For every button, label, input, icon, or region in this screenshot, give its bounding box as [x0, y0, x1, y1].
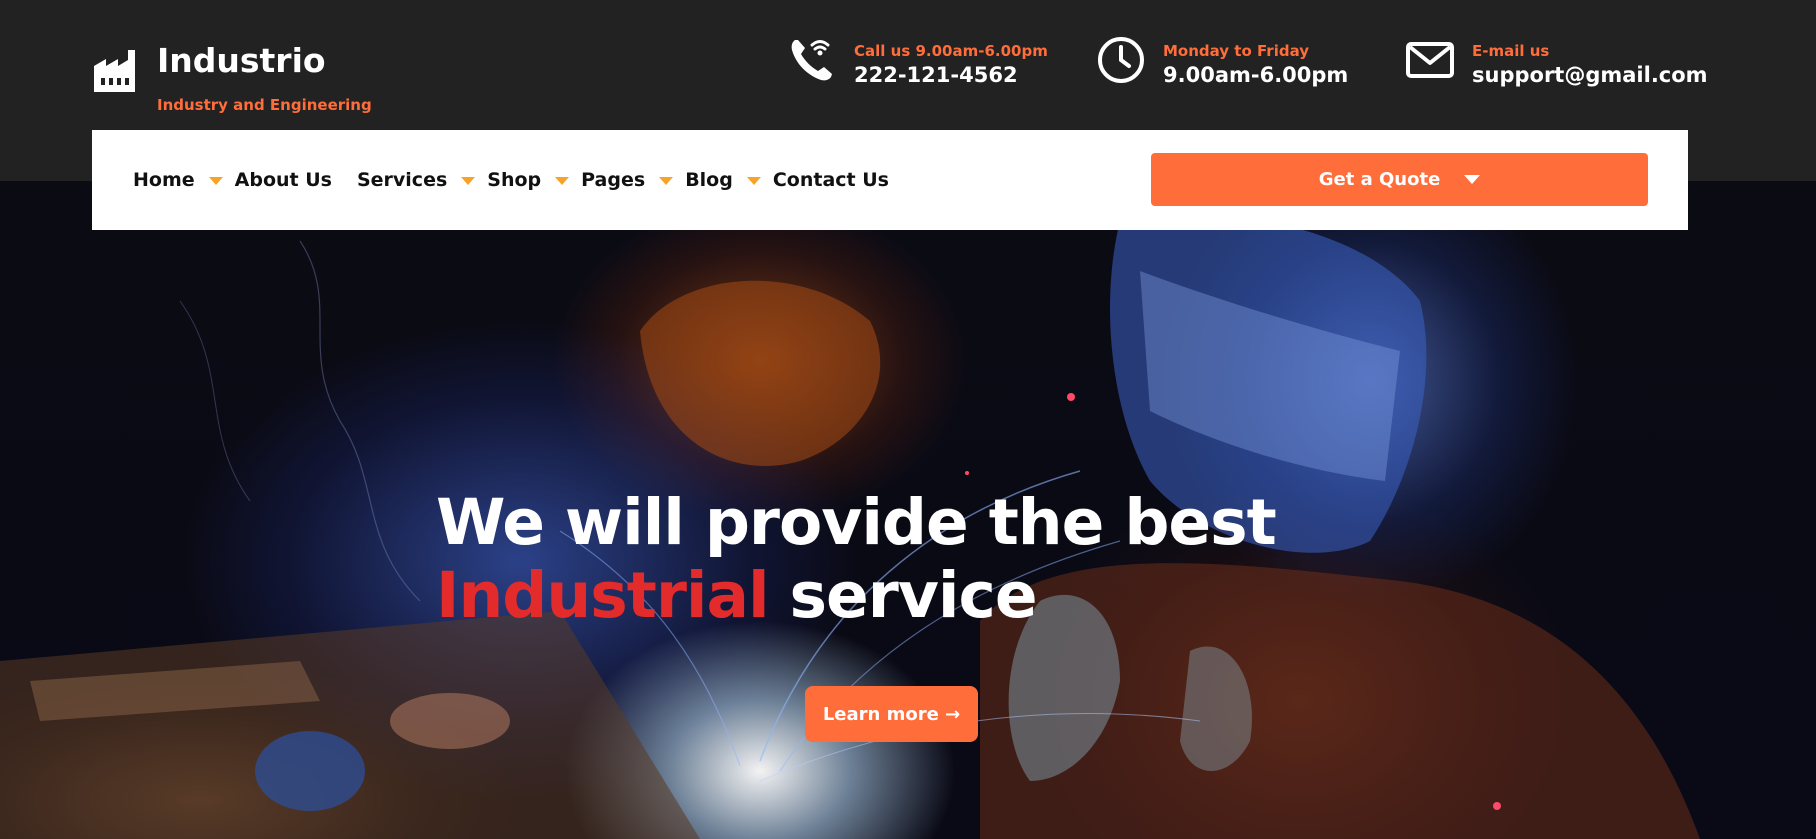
- clock-icon: [1098, 37, 1144, 83]
- nav-item-contact-us[interactable]: Contact Us: [773, 169, 889, 191]
- factory-icon: [94, 50, 135, 92]
- contact-hours-value: 9.00am-6.00pm: [1163, 63, 1349, 87]
- contact-email-text: E-mail us support@gmail.com: [1472, 36, 1708, 87]
- caret-down-icon[interactable]: [555, 177, 570, 185]
- contact-hours-label: Monday to Friday: [1163, 42, 1310, 60]
- caret-down-icon[interactable]: [208, 177, 223, 185]
- contact-phone-text: Call us 9.00am-6.00pm 222-121-4562: [854, 36, 1048, 87]
- brand-logo[interactable]: Industrio Industry and Engineering: [92, 40, 372, 114]
- brand-tagline: Industry and Engineering: [157, 96, 372, 114]
- hero-heading-rest: service: [768, 559, 1038, 632]
- hero-heading: We will provide the best Industrial serv…: [436, 486, 1277, 632]
- nav-item-label: Pages: [581, 169, 646, 191]
- contact-phone-label: Call us 9.00am-6.00pm: [854, 42, 1048, 60]
- brand-name: Industrio: [157, 41, 326, 80]
- nav-item-about-us[interactable]: About Us: [235, 169, 332, 191]
- phone-icon: [791, 40, 832, 81]
- nav-menu: Home About Us Services Shop Pages Blog C…: [133, 130, 901, 230]
- get-a-quote-label: Get a Quote: [1318, 169, 1441, 190]
- nav-item-home[interactable]: Home: [133, 169, 223, 191]
- mail-icon: [1406, 42, 1454, 78]
- nav-item-label: Contact Us: [772, 169, 889, 191]
- hero-heading-accent: Industrial: [436, 559, 770, 632]
- caret-down-icon: [1464, 175, 1481, 184]
- contact-email-value[interactable]: support@gmail.com: [1472, 63, 1708, 87]
- contact-email: E-mail us support@gmail.com: [1406, 36, 1708, 87]
- learn-more-button[interactable]: Learn more →: [805, 686, 978, 742]
- hero-section: We will provide the best Industrial serv…: [0, 181, 1816, 839]
- nav-item-label: Home: [133, 169, 195, 191]
- get-a-quote-button[interactable]: Get a Quote: [1151, 153, 1648, 206]
- nav-item-pages[interactable]: Pages: [581, 169, 674, 191]
- hero-heading-line1: We will provide the best: [436, 486, 1277, 559]
- nav-item-services[interactable]: Services: [356, 169, 476, 191]
- nav-item-label: Shop: [487, 169, 542, 191]
- contact-email-label: E-mail us: [1472, 42, 1550, 60]
- brand-text: Industrio Industry and Engineering: [157, 40, 372, 114]
- contact-hours-text: Monday to Friday 9.00am-6.00pm: [1163, 36, 1348, 87]
- nav-item-blog[interactable]: Blog: [685, 169, 761, 191]
- nav-item-label: Services: [356, 169, 448, 191]
- contact-hours: Monday to Friday 9.00am-6.00pm: [1097, 36, 1348, 87]
- caret-down-icon[interactable]: [659, 177, 674, 185]
- nav-item-shop[interactable]: Shop: [487, 169, 570, 191]
- nav-item-label: About Us: [234, 169, 332, 191]
- nav-item-label: Blog: [685, 169, 733, 191]
- contact-phone: Call us 9.00am-6.00pm 222-121-4562: [788, 36, 1048, 87]
- contact-phone-value[interactable]: 222-121-4562: [854, 63, 1048, 87]
- caret-down-icon[interactable]: [746, 177, 761, 185]
- main-navigation: Home About Us Services Shop Pages Blog C…: [92, 130, 1688, 230]
- caret-down-icon[interactable]: [461, 177, 476, 185]
